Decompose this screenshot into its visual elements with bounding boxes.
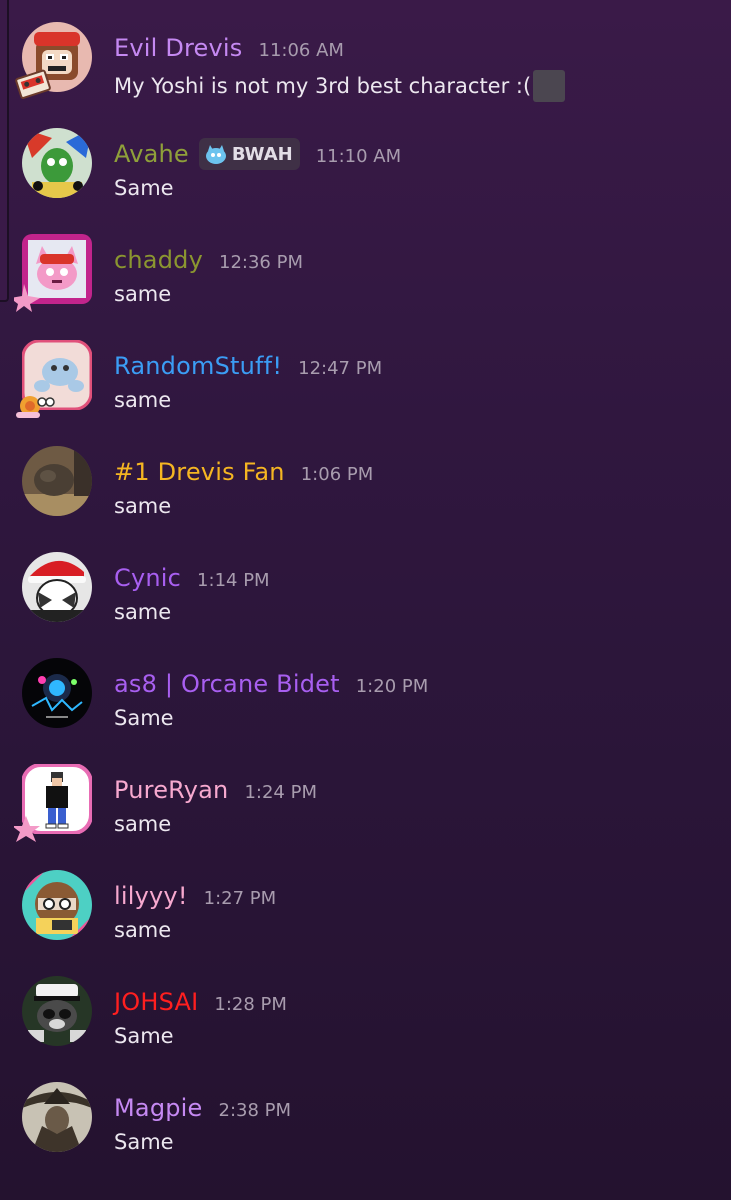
message-item[interactable]: Evil Drevis 11:06 AM My Yoshi is not my … xyxy=(0,0,731,106)
emoji-placeholder-icon xyxy=(533,70,566,102)
timestamp: 12:47 PM xyxy=(298,357,383,379)
message-content: Same xyxy=(114,1130,174,1154)
message-item[interactable]: JOHSAI 1:28 PM Same xyxy=(0,954,731,1060)
author-name[interactable]: PureRyan xyxy=(114,776,228,804)
timestamp: 11:06 AM xyxy=(258,39,344,61)
author-name[interactable]: lilyyy! xyxy=(114,882,188,910)
avatar[interactable] xyxy=(22,234,92,304)
author-name[interactable]: JOHSAI xyxy=(114,988,198,1016)
message-item[interactable]: Magpie 2:38 PM Same xyxy=(0,1060,731,1166)
author-name[interactable]: Magpie xyxy=(114,1094,203,1122)
message-text: Same xyxy=(114,1130,174,1154)
message-item[interactable]: #1 Drevis Fan 1:06 PM same xyxy=(0,424,731,530)
avatar[interactable] xyxy=(22,870,92,940)
message-text: same xyxy=(114,600,172,624)
message-item[interactable]: as8 | Orcane Bidet 1:20 PM Same xyxy=(0,636,731,742)
message-content: same xyxy=(114,388,171,412)
message-item[interactable]: chaddy 12:36 PM same xyxy=(0,212,731,318)
message-content: Same xyxy=(114,176,174,200)
author-name[interactable]: Evil Drevis xyxy=(114,34,243,62)
message-content: same xyxy=(114,600,171,624)
avatar[interactable] xyxy=(22,446,92,516)
message-content: same xyxy=(114,918,171,942)
timestamp: 2:38 PM xyxy=(218,1099,292,1121)
avatar[interactable] xyxy=(22,764,92,834)
server-tag-label: BWAH xyxy=(231,143,293,165)
message-text: same xyxy=(114,494,172,518)
message-item[interactable]: Avahe BWAH 11:10 AM Same xyxy=(0,106,731,212)
timestamp: 1:14 PM xyxy=(197,569,270,591)
avatar[interactable] xyxy=(22,1082,92,1152)
message-text: My Yoshi is not my 3rd best character :( xyxy=(114,74,532,98)
message-text: Same xyxy=(114,706,174,730)
message-content: same xyxy=(114,282,171,306)
author-name[interactable]: Cynic xyxy=(114,564,181,592)
message-content: same xyxy=(114,494,171,518)
message-text: same xyxy=(114,388,172,412)
timestamp: 11:10 AM xyxy=(315,145,402,167)
author-name[interactable]: RandomStuff! xyxy=(114,352,282,380)
message-text: same xyxy=(114,812,172,836)
avatar[interactable] xyxy=(22,340,92,410)
message-text: Same xyxy=(114,1024,174,1048)
message-content: same xyxy=(114,812,171,836)
message-content: Same xyxy=(114,1024,174,1048)
timestamp: 12:36 PM xyxy=(219,251,303,273)
avatar[interactable] xyxy=(22,22,92,92)
message-item[interactable]: Cynic 1:14 PM same xyxy=(0,530,731,636)
message-text: Same xyxy=(114,176,174,200)
timestamp: 1:06 PM xyxy=(300,463,374,485)
message-item[interactable]: RandomStuff! 12:47 PM same xyxy=(0,318,731,424)
avatar[interactable] xyxy=(22,658,92,728)
message-item[interactable]: lilyyy! 1:27 PM same xyxy=(0,848,731,954)
avatar[interactable] xyxy=(22,976,92,1046)
message-item[interactable]: PureRyan 1:24 PM same xyxy=(0,742,731,848)
message-text: same xyxy=(114,282,172,306)
timestamp: 1:27 PM xyxy=(203,887,277,909)
message-content: My Yoshi is not my 3rd best character :( xyxy=(114,70,566,102)
author-name[interactable]: as8 | Orcane Bidet xyxy=(114,670,340,698)
timestamp: 1:28 PM xyxy=(214,993,287,1015)
avatar[interactable] xyxy=(22,128,92,198)
author-name[interactable]: chaddy xyxy=(114,246,203,274)
author-name[interactable]: Avahe xyxy=(114,140,189,168)
timestamp: 1:20 PM xyxy=(355,675,429,697)
creature-tag-icon xyxy=(205,145,226,164)
avatar[interactable] xyxy=(22,552,92,622)
message-text: same xyxy=(114,918,172,942)
timestamp: 1:24 PM xyxy=(244,781,317,803)
author-name[interactable]: #1 Drevis Fan xyxy=(114,458,285,486)
message-content: Same xyxy=(114,706,174,730)
server-tag[interactable]: BWAH xyxy=(198,138,300,170)
